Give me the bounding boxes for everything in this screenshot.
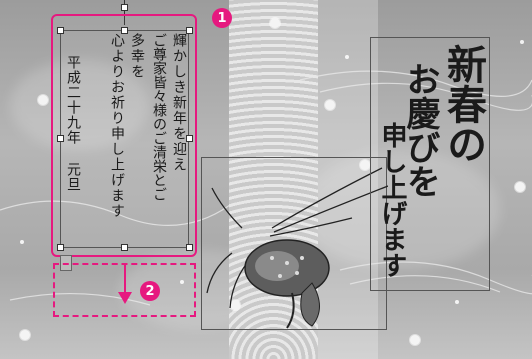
title-art-line-1: 新春の [440,44,487,164]
title-art-line-2: お慶びを [400,62,440,198]
resize-handle-top[interactable] [121,27,128,34]
greeting-line-4: 心よりお祈り申し上げます [109,33,125,219]
title-art-line-3: 申し上げます [377,122,407,278]
title-art-frame[interactable]: 新春の お慶びを 申し上げます [370,37,490,291]
dot-decoration [20,240,24,244]
resize-handle-left[interactable] [57,135,64,142]
blossom-decoration [515,182,525,192]
greeting-line-1: 輝かしき新年を迎え [171,33,187,173]
illustration-frame[interactable] [201,157,388,330]
greeting-text-box[interactable]: 輝かしき新年を迎え ご尊家皆々様のご清栄とご 多幸を 心よりお祈り申し上げます … [60,30,189,248]
greeting-line-2: ご尊家皆々様のご清栄とご [151,33,167,201]
lobster-illustration [206,167,388,329]
dot-decoration [455,300,459,304]
arrow-down-icon [118,264,132,304]
resize-handle-top-right[interactable] [186,27,193,34]
resize-handle-top-left[interactable] [57,27,64,34]
resize-handle-bottom[interactable] [121,244,128,251]
resize-handle-bottom-right[interactable] [186,244,193,251]
blossom-decoration [38,95,48,105]
rotation-handle[interactable] [121,4,128,11]
editor-canvas[interactable]: 新春の お慶びを 申し上げます 輝かしき新年を迎え ご尊家皆々様のご清栄とご 多… [0,0,532,359]
blossom-decoration [20,330,30,340]
blossom-decoration [410,335,420,345]
dot-decoration [345,55,349,59]
dot-decoration [520,40,524,44]
resize-handle-bottom-left[interactable] [57,244,64,251]
greeting-line-6: 平成二十九年 元旦 [65,55,81,192]
greeting-line-3: 多幸を [129,33,145,80]
resize-handle-right[interactable] [186,135,193,142]
step-1-badge: 1 [212,8,232,28]
blossom-decoration [325,100,335,110]
blossom-decoration [270,18,280,28]
step-2-badge: 2 [140,281,160,301]
